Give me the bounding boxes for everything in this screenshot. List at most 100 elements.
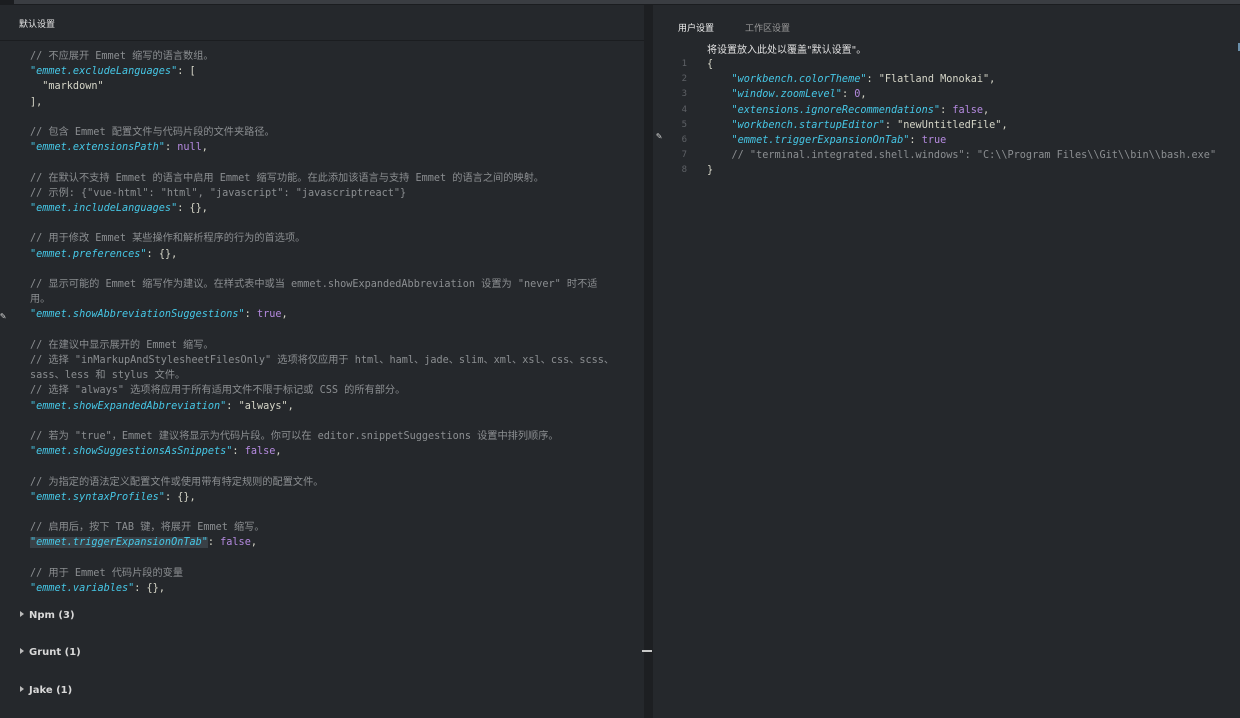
code-token-kw: true xyxy=(256,309,282,321)
code-line[interactable]: "emmet.preferences": {}, xyxy=(30,247,177,262)
default-settings-header: 默认设置 xyxy=(0,5,644,41)
section-label: Grunt (1) xyxy=(29,647,81,658)
code-line[interactable]: } xyxy=(707,163,713,178)
code-token-comment: // 用于 Emmet 代码片段的变量 xyxy=(30,567,184,579)
code-token-punc: : xyxy=(884,119,898,131)
pencil-icon[interactable]: ✎ xyxy=(656,131,662,142)
code-token-punc: : xyxy=(164,142,178,154)
code-token-key: "emmet.triggerExpansionOnTab" xyxy=(707,135,910,146)
code-token-punc: , xyxy=(1001,119,1008,131)
line-number: 1 xyxy=(681,59,687,69)
code-token-kw: null xyxy=(177,142,202,154)
splitter-handle[interactable] xyxy=(642,650,652,652)
code-token-punc: : xyxy=(841,89,855,101)
code-line[interactable]: "markdown" xyxy=(30,79,104,94)
code-line[interactable]: // 若为 "true"，Emmet 建议将显示为代码片段。你可以在 edito… xyxy=(30,429,559,444)
code-line[interactable]: // 示例: {"vue-html": "html", "javascript"… xyxy=(30,186,406,201)
code-token-key: "extensions.ignoreRecommendations" xyxy=(707,104,941,116)
tab-workspace-settings[interactable]: 工作区设置 xyxy=(745,21,790,34)
code-line[interactable]: "window.zoomLevel": 0, xyxy=(707,87,867,102)
code-token-kw: false xyxy=(220,537,251,549)
code-token-comment: sass、less 和 stylus 文件。 xyxy=(30,370,186,382)
code-line[interactable]: 用。 xyxy=(30,292,50,307)
section-label: Jake (1) xyxy=(29,685,73,696)
code-token-punc: : xyxy=(226,400,239,412)
code-token-str: "newUntitledFile" xyxy=(897,119,1002,131)
code-line[interactable]: // 在建议中显示展开的 Emmet 缩写。 xyxy=(30,338,214,353)
code-token-punc: , xyxy=(250,537,257,549)
code-token-punc: , xyxy=(983,104,990,116)
code-token-key: "emmet.showExpandedAbbreviation" xyxy=(30,400,227,412)
code-token-punc: , xyxy=(287,400,294,412)
code-line[interactable]: // "terminal.integrated.shell.windows": … xyxy=(707,148,1217,163)
code-line[interactable]: "emmet.triggerExpansionOnTab": false, xyxy=(30,535,257,550)
top-bar-accent xyxy=(14,0,1240,4)
default-settings-title: 默认设置 xyxy=(19,20,56,30)
code-line[interactable]: ], xyxy=(30,95,42,110)
code-line[interactable]: "emmet.variables": {}, xyxy=(30,581,165,596)
code-token-punc: : xyxy=(232,446,245,458)
code-line[interactable]: // 显示可能的 Emmet 缩写作为建议。在样式表中或当 emmet.show… xyxy=(30,277,598,292)
code-token-punc: { xyxy=(707,59,714,70)
code-line[interactable]: // 包含 Emmet 配置文件与代码片段的文件夹路径。 xyxy=(30,125,275,140)
code-line[interactable]: // 不应展开 Emmet 缩写的语言数组。 xyxy=(30,49,214,64)
code-token-punc: } xyxy=(707,165,714,177)
pane-splitter[interactable] xyxy=(642,5,653,718)
code-token-kw: false xyxy=(952,104,984,116)
code-token-punc: : xyxy=(909,135,922,146)
code-line[interactable]: "workbench.startupEditor": "newUntitledF… xyxy=(707,118,1008,133)
tab-user-settings[interactable]: 用户设置 xyxy=(678,21,714,34)
code-line[interactable]: "emmet.showSuggestionsAsSnippets": false… xyxy=(30,444,282,459)
code-token-punc: : [ xyxy=(177,66,196,78)
code-token-punc: : xyxy=(207,537,221,549)
code-line[interactable]: // 启用后，按下 TAB 键，将展开 Emmet 缩写。 xyxy=(30,520,265,535)
code-token-key: "workbench.colorTheme" xyxy=(707,74,867,86)
code-line[interactable]: "emmet.extensionsPath": null, xyxy=(30,140,208,155)
triangle-right-icon xyxy=(20,648,24,654)
default-settings-pane[interactable]: 默认设置 // 不应展开 Emmet 缩写的语言数组。 "emmet.exclud… xyxy=(0,5,644,718)
code-token-str: "markdown" xyxy=(30,81,104,93)
code-line[interactable]: "emmet.triggerExpansionOnTab": true xyxy=(707,133,947,148)
code-line[interactable]: "emmet.showExpandedAbbreviation": "alway… xyxy=(30,399,294,414)
code-line[interactable]: // 在默认不支持 Emmet 的语言中启用 Emmet 缩写功能。在此添加该语… xyxy=(30,171,544,186)
code-token-comment: // 在默认不支持 Emmet 的语言中启用 Emmet 缩写功能。在此添加该语… xyxy=(30,172,544,184)
code-line[interactable]: // 用于修改 Emmet 某些操作和解析程序的行为的首选项。 xyxy=(30,231,305,246)
settings-section-toggle[interactable]: Npm (3) xyxy=(20,610,75,621)
code-token-key: "emmet.syntaxProfiles" xyxy=(30,491,165,503)
line-number: 2 xyxy=(681,74,687,85)
code-line[interactable]: "emmet.includeLanguages": {}, xyxy=(30,201,208,216)
settings-section-toggle[interactable]: Grunt (1) xyxy=(20,647,81,658)
code-line[interactable]: // 选择 "inMarkupAndStylesheetFilesOnly" 选… xyxy=(30,353,614,368)
triangle-right-icon xyxy=(20,611,24,617)
code-token-key: "emmet.showAbbreviationSuggestions" xyxy=(30,309,245,321)
settings-section-toggle[interactable]: Jake (1) xyxy=(20,685,72,696)
code-line[interactable]: "emmet.showAbbreviationSuggestions": tru… xyxy=(30,307,288,322)
code-line[interactable]: sass、less 和 stylus 文件。 xyxy=(30,368,185,383)
code-token-comment: // 用于修改 Emmet 某些操作和解析程序的行为的首选项。 xyxy=(30,233,306,245)
user-settings-pane[interactable]: 用户设置 工作区设置 将设置放入此处以覆盖"默认设置"。 12345678 { … xyxy=(653,5,1240,718)
code-token-key: "emmet.preferences" xyxy=(30,248,147,260)
code-token-key: "emmet.triggerExpansionOnTab" xyxy=(30,537,208,549)
code-line[interactable]: "emmet.syntaxProfiles": {}, xyxy=(30,490,196,505)
code-token-punc: : xyxy=(866,74,879,86)
code-line[interactable]: "extensions.ignoreRecommendations": fals… xyxy=(707,103,990,118)
code-line[interactable]: { xyxy=(707,57,713,72)
code-line[interactable]: "workbench.colorTheme": "Flatland Monoka… xyxy=(707,72,996,87)
line-number: 7 xyxy=(681,150,687,161)
code-token-key: "window.zoomLevel" xyxy=(707,89,842,101)
code-token-comment: // 不应展开 Emmet 缩写的语言数组。 xyxy=(30,51,214,62)
pencil-icon[interactable]: ✎ xyxy=(0,311,6,322)
code-token-punc: , xyxy=(860,89,867,101)
code-token-punc: : xyxy=(244,309,257,321)
code-line[interactable]: // 用于 Emmet 代码片段的变量 xyxy=(30,566,183,581)
code-token-comment: // 为指定的语法定义配置文件或使用带有特定规则的配置文件。 xyxy=(30,476,324,488)
code-line[interactable]: "emmet.excludeLanguages": [ xyxy=(30,64,196,79)
code-token-punc: ], xyxy=(30,96,43,108)
code-token-key: "workbench.startupEditor" xyxy=(707,119,885,131)
code-line[interactable]: // 选择 "always" 选项将应用于所有适用文件不限于标记或 CSS 的所… xyxy=(30,383,405,398)
code-line[interactable]: // 为指定的语法定义配置文件或使用带有特定规则的配置文件。 xyxy=(30,475,323,490)
code-token-comment: // "terminal.integrated.shell.windows": … xyxy=(707,150,1217,162)
code-token-punc: : {}, xyxy=(146,248,178,260)
triangle-right-icon xyxy=(20,686,24,692)
code-token-comment: // 包含 Emmet 配置文件与代码片段的文件夹路径。 xyxy=(30,127,275,138)
